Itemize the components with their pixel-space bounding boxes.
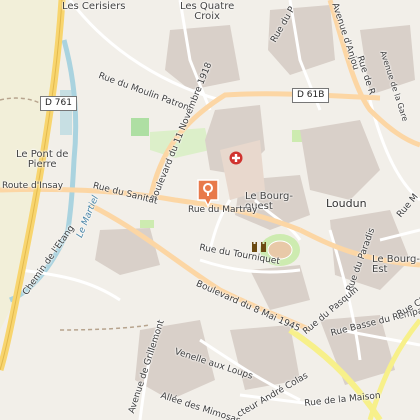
- place-label-loudun: Loudun: [326, 197, 367, 210]
- road-shield-d61b: D 61B: [292, 88, 330, 103]
- place-label-les-cerisiers: Les Cerisiers: [62, 1, 126, 12]
- park-area: [131, 118, 149, 136]
- hospital-cross-icon[interactable]: [229, 151, 243, 165]
- place-label-les-quatre-croix: Les Quatre Croix: [180, 1, 235, 22]
- place-label-le-bourg-est: Le Bourg- Est: [372, 254, 420, 275]
- location-pin-icon[interactable]: [196, 178, 220, 208]
- street-label-route-insay: Route d'Insay: [2, 181, 64, 191]
- road-shield-d761: D 761: [40, 96, 77, 111]
- place-label-le-pont-de-pierre: Le Pont de Pierre: [16, 149, 69, 170]
- map-canvas[interactable]: Les Cerisiers Les Quatre Croix Le Pont d…: [0, 0, 420, 420]
- castle-icon[interactable]: [251, 241, 267, 253]
